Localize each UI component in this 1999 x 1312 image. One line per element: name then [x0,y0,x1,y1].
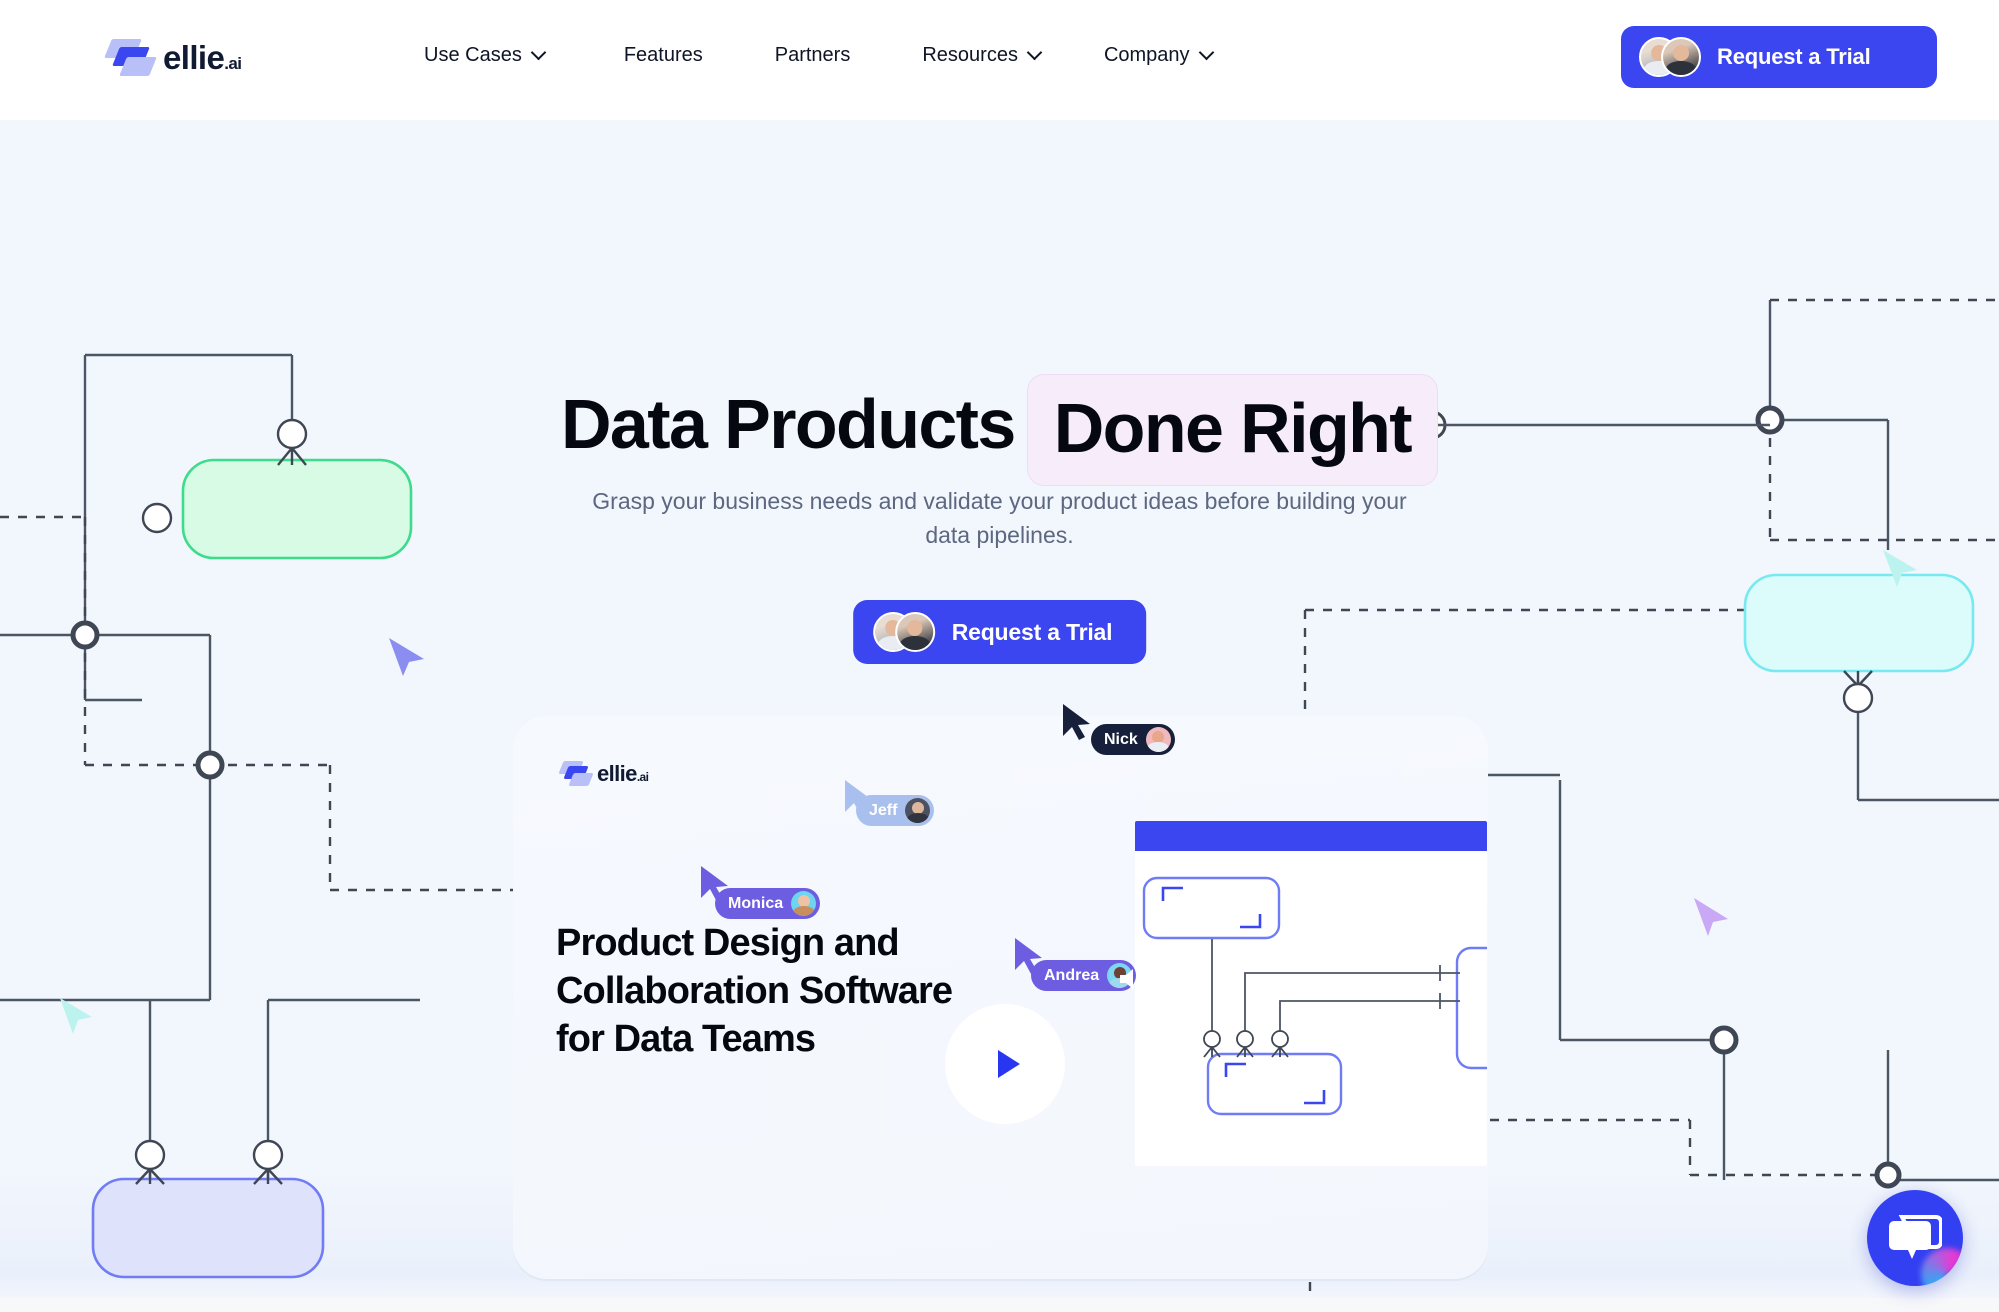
chevron-down-icon [533,47,546,60]
mock-window-titlebar [1135,821,1487,851]
speaker-icon [1120,969,1146,989]
nav-item-company[interactable]: Company [1104,44,1214,67]
card-logo: ellie.ai [558,759,649,788]
collaborator-avatar [905,798,931,823]
header-request-trial-button[interactable]: Request a Trial [1621,26,1937,88]
header-cta-label: Request a Trial [1717,44,1871,69]
chat-widget-button[interactable] [1867,1190,1963,1286]
play-icon [997,1050,1020,1078]
nav-label: Partners [774,44,851,66]
collaborator-avatar [1145,727,1171,752]
hero-section: Data Products Done Right Grasp your busin… [0,120,1999,1312]
page-root: Data Products Done Right Grasp your busin… [0,0,1999,1312]
play-button[interactable] [945,1004,1065,1124]
site-logo-text: ellie.ai [163,39,242,76]
chevron-down-icon [1201,47,1214,60]
chevron-down-icon [1029,47,1042,60]
card-logo-text: ellie.ai [597,760,649,786]
page-bottom-band [0,1298,1999,1312]
nav-label: Company [1103,44,1190,66]
nav-item-resources[interactable]: Resources [922,44,1042,67]
ellie-logo-icon [558,759,594,788]
collaborator-chip-nick: Nick [1091,724,1175,755]
hero-title-plain: Data Products [560,385,1016,463]
hero-subtitle: Grasp your business needs and validate y… [592,488,1407,548]
video-card-title: Product Design and Collaboration Softwar… [556,922,953,1060]
collaborator-name: Nick [1104,730,1138,748]
video-card[interactable]: ellie.ai Product Design and Collaboratio… [513,704,1488,1279]
site-logo[interactable]: ellie.ai [104,36,242,80]
collaborator-name: Andrea [1044,966,1100,984]
hero-request-trial-button[interactable]: Request a Trial [852,600,1147,664]
avatar [1661,37,1701,77]
ellie-logo-icon [104,36,157,80]
collaborator-name: Jeff [869,801,898,819]
collaborator-avatar [791,891,817,916]
hero-title-highlight: Done Right [1026,374,1439,486]
nav-label: Features [623,44,703,66]
chat-bubble-icon [1889,1215,1942,1259]
mock-er-diagram [1142,876,1487,1116]
mock-app-window [1135,821,1487,1166]
collaborator-chip-monica: Monica [715,888,821,919]
hero-cta-label: Request a Trial [951,618,1113,645]
avatar-group [1639,37,1701,77]
nav-label: Use Cases [424,44,522,66]
page-title: Data Products Done Right [0,370,1999,486]
avatar [894,612,935,652]
nav-item-use-cases[interactable]: Use Cases [424,44,546,67]
nav-item-partners[interactable]: Partners [775,44,851,67]
collaborator-name: Monica [728,894,784,912]
collaborator-chip-jeff: Jeff [856,795,935,826]
site-header: ellie.ai Use Cases Features Partners Res… [0,0,1999,120]
main-navigation: Use Cases Features Partners Resources Co… [424,44,1270,67]
nav-label: Resources [922,44,1018,66]
nav-item-features[interactable]: Features [624,44,703,67]
avatar-group [872,612,935,652]
